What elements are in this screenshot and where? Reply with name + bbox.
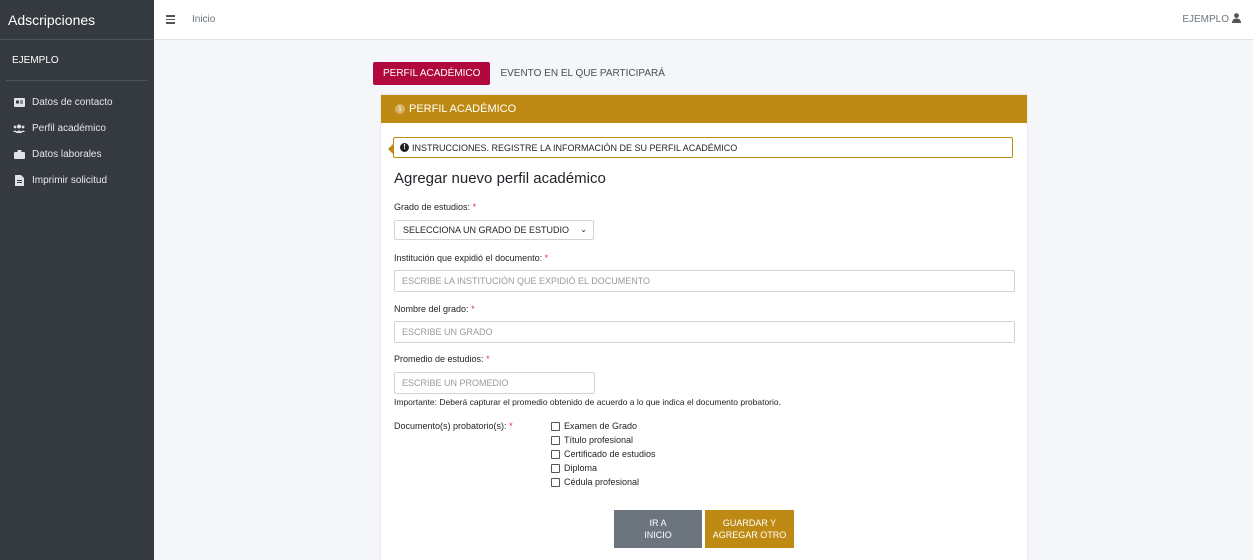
grado-label: Grado de estudios: * xyxy=(394,202,476,212)
checkbox[interactable] xyxy=(551,463,560,473)
sidebar: Adscripciones EJEMPLO Datos de contacto … xyxy=(0,0,154,560)
checkbox-label: Título profesional xyxy=(564,435,634,445)
documentos-label-text: Documento(s) probatorio(s): xyxy=(394,421,507,431)
button-label-line: IR A xyxy=(649,518,667,528)
academic-profile-card: 1 PERFIL ACADÉMICO ! INSTRUCCIONES. REGI… xyxy=(381,95,1027,560)
checkbox-label: Examen de Grado xyxy=(564,421,638,431)
button-label-line: GUARDAR Y xyxy=(722,518,777,528)
user-icon xyxy=(1232,13,1241,26)
documentos-label: Documento(s) probatorio(s): * xyxy=(394,421,513,431)
checkbox[interactable] xyxy=(551,477,560,487)
id-card-icon xyxy=(12,97,26,107)
sidebar-item-label: Datos de contacto xyxy=(32,96,113,108)
checkbox-option[interactable]: Certificado de estudios xyxy=(551,447,656,461)
tabs: PERFIL ACADÉMICO EVENTO EN EL QUE PARTIC… xyxy=(373,62,675,85)
user-menu[interactable]: EJEMPLO xyxy=(1182,0,1241,39)
save-and-add-button[interactable]: GUARDAR Y AGREGAR OTRO xyxy=(705,510,794,548)
tab-perfil-academico[interactable]: PERFIL ACADÉMICO xyxy=(373,62,491,85)
user-panel[interactable]: EJEMPLO xyxy=(6,40,148,81)
checkbox-label: Diploma xyxy=(564,463,598,473)
briefcase-icon xyxy=(12,149,26,159)
required-mark: * xyxy=(472,202,477,212)
checkbox[interactable] xyxy=(551,449,560,459)
sidebar-nav: Datos de contacto Perfil académico Datos… xyxy=(0,89,154,193)
required-mark: * xyxy=(471,304,475,314)
button-label-line: INICIO xyxy=(644,530,672,540)
checkbox-label: Certificado de estudios xyxy=(564,449,656,459)
form-title: Agregar nuevo perfil académico xyxy=(394,170,606,187)
menu-toggle-icon[interactable] xyxy=(166,13,182,26)
sidebar-item-label: Imprimir solicitud xyxy=(32,174,108,186)
sidebar-item-datos-contacto[interactable]: Datos de contacto xyxy=(0,89,154,115)
instructions-callout: ! INSTRUCCIONES. REGISTRE LA INFORMACIÓN… xyxy=(388,137,1013,158)
checkbox[interactable] xyxy=(551,435,560,445)
nav-home-link[interactable]: Inicio xyxy=(192,14,215,25)
required-mark: * xyxy=(544,253,549,263)
grado-label-text: Grado de estudios: xyxy=(394,202,471,212)
user-name: EJEMPLO xyxy=(1182,14,1229,25)
card-header-title: PERFIL ACADÉMICO xyxy=(409,103,517,115)
promedio-label: Promedio de estudios: * xyxy=(394,354,490,364)
checkbox-option[interactable]: Diploma xyxy=(551,461,656,475)
step-badge: 1 xyxy=(395,104,405,114)
documentos-checkbox-group: Examen de Grado Título profesional Certi… xyxy=(551,419,656,489)
tab-evento[interactable]: EVENTO EN EL QUE PARTICIPARÁ xyxy=(490,62,675,85)
promedio-note: Importante: Deberá capturar el promedio … xyxy=(394,397,781,407)
required-mark: * xyxy=(486,354,490,364)
checkbox-option[interactable]: Cédula profesional xyxy=(551,475,656,489)
grado-select-value: SELECCIONA UN GRADO DE ESTUDIO xyxy=(403,225,570,235)
file-pdf-icon xyxy=(12,174,26,186)
top-navbar: Inicio EJEMPLO xyxy=(154,0,1253,40)
sidebar-item-datos-laborales[interactable]: Datos laborales xyxy=(0,141,154,167)
info-circle-icon: ! xyxy=(400,143,409,152)
sidebar-item-label: Datos laborales xyxy=(32,148,102,160)
checkbox-option[interactable]: Examen de Grado xyxy=(551,419,656,433)
card-header: 1 PERFIL ACADÉMICO xyxy=(381,95,1027,123)
instructions-text: INSTRUCCIONES. REGISTRE LA INFORMACIÓN D… xyxy=(412,142,738,153)
chevron-down-icon: ⌄ xyxy=(580,225,587,234)
sidebar-item-imprimir-solicitud[interactable]: Imprimir solicitud xyxy=(0,167,154,193)
checkbox-option[interactable]: Título profesional xyxy=(551,433,656,447)
checkbox-label: Cédula profesional xyxy=(564,477,640,487)
brand-title[interactable]: Adscripciones xyxy=(0,0,154,40)
nombre-label-text: Nombre del grado: xyxy=(394,304,469,314)
go-home-button[interactable]: IR A INICIO xyxy=(614,510,702,548)
checkbox[interactable] xyxy=(551,421,560,431)
institucion-label-text: Institución que expidió el documento: xyxy=(394,253,543,263)
sidebar-item-label: Perfil académico xyxy=(32,122,106,134)
required-mark: * xyxy=(509,421,513,431)
promedio-label-text: Promedio de estudios: xyxy=(394,354,484,364)
nombre-label: Nombre del grado: * xyxy=(394,304,475,314)
button-label-line: AGREGAR OTRO xyxy=(712,530,787,540)
users-icon xyxy=(12,124,26,133)
grado-select[interactable]: SELECCIONA UN GRADO DE ESTUDIO ⌄ xyxy=(394,220,594,240)
institucion-label: Institución que expidió el documento: * xyxy=(394,253,548,263)
promedio-input[interactable] xyxy=(394,372,595,394)
institucion-input[interactable] xyxy=(394,270,1015,292)
sidebar-item-perfil-academico[interactable]: Perfil académico xyxy=(0,115,154,141)
nombre-grado-input[interactable] xyxy=(394,321,1015,343)
